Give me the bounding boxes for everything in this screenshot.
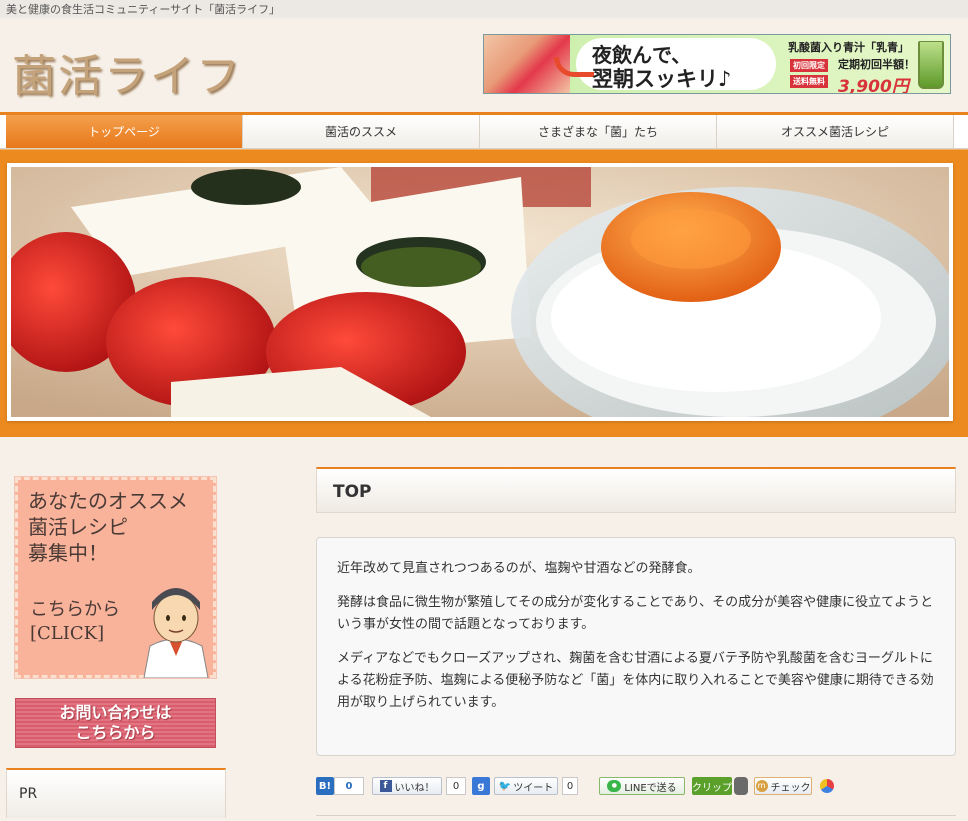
facebook-like-label: いいね！ <box>394 782 435 794</box>
tweet-button[interactable]: 🐦 ツイート <box>494 777 558 795</box>
chef-icon <box>143 588 209 678</box>
line-share-label: LINEで送る <box>624 782 677 794</box>
pr-widget-title: PR <box>6 768 226 818</box>
drink-glass-icon <box>918 41 944 89</box>
ad-price: 3,900円 <box>838 77 909 94</box>
ad-badge-free-shipping: 送料無料 <box>790 75 828 88</box>
nav-item-top[interactable]: トップページ <box>6 115 243 148</box>
recipe-banner-cta-2: [CLICK] <box>30 623 105 644</box>
content-area: あなたのオススメ 菌活レシピ 募集中！ こちらから [CLICK] お問い合わせ… <box>0 437 968 821</box>
evernote-icon[interactable] <box>734 777 748 795</box>
mixi-icon: m <box>755 780 768 792</box>
article-paragraph: 近年改めて見直されつつあるのが、塩麹や甘酒などの発酵食。 <box>337 561 701 576</box>
site-logo[interactable]: 菌活ライフ <box>12 40 242 104</box>
recipe-banner-line-1: あなたのオススメ <box>28 489 188 513</box>
site-tagline: 美と健康の食生活コミュニティーサイト「菌活ライフ」 <box>0 0 968 18</box>
ad-badge-limited: 初回限定 <box>790 59 828 72</box>
contact-button[interactable]: お問い合わせは こちらから <box>15 698 216 748</box>
nav-item-bacteria[interactable]: さまざまな「菌」たち <box>480 115 717 148</box>
mixi-check-label: チェック <box>770 782 811 794</box>
google-plus-button[interactable]: g <box>472 777 490 795</box>
recipe-banner-line-2: 菌活レシピ <box>28 515 128 539</box>
twitter-icon: 🐦 <box>498 780 512 792</box>
ad-banner[interactable]: 夜飲んで、 翌朝スッキリ♪ 乳酸菌入り青汁「乳青」 初回限定 送料無料 定期初回… <box>483 34 951 94</box>
recipe-banner-cta-1: こちらから <box>30 599 120 620</box>
hero-photo-illustration <box>11 167 949 417</box>
contact-button-line-2: こちらから <box>75 723 156 742</box>
clip-button[interactable]: クリップ <box>692 777 732 795</box>
nav-item-recipes[interactable]: オススメ菌活レシピ <box>717 115 954 148</box>
site-header: 菌活ライフ 夜飲んで、 翌朝スッキリ♪ 乳酸菌入り青汁「乳青」 初回限定 送料無… <box>0 18 968 112</box>
pocket-icon[interactable] <box>820 779 834 793</box>
hatena-bookmark-button[interactable]: B! <box>316 777 334 795</box>
facebook-like-count: 0 <box>446 777 466 795</box>
tweet-label: ツイート <box>513 782 554 794</box>
hero-section <box>0 149 968 437</box>
line-icon: ● <box>607 780 622 792</box>
line-share-button[interactable]: ● LINEで送る <box>599 777 685 795</box>
article-body: 近年改めて見直されつつあるのが、塩麹や甘酒などの発酵食。 発酵は食品に微生物が繁… <box>316 537 956 756</box>
recipe-submission-banner[interactable]: あなたのオススメ 菌活レシピ 募集中！ こちらから [CLICK] <box>15 477 216 678</box>
ad-product-name: 乳酸菌入り青汁「乳青」 <box>788 41 909 54</box>
recipe-banner-cta: こちらから [CLICK] <box>30 598 120 646</box>
ad-headline-2: 翌朝スッキリ♪ <box>592 66 732 91</box>
ad-offer: 定期初回半額！ <box>838 58 915 71</box>
facebook-icon: f <box>379 780 392 792</box>
social-share-bar: B! 0 f いいね！ 0 g 🐦 ツイート 0 ● LINEで送る クリップ … <box>316 775 956 797</box>
main-column: TOP 近年改めて見直されつつあるのが、塩麹や甘酒などの発酵食。 発酵は食品に微… <box>316 467 956 816</box>
hero-image <box>7 163 953 421</box>
content-divider <box>316 815 956 816</box>
tweet-count: 0 <box>562 777 578 795</box>
contact-button-line-1: お問い合わせは <box>59 703 172 722</box>
page-title: TOP <box>316 467 956 513</box>
article-paragraph: メディアなどでもクローズアップされ、麹菌を含む甘酒による夏バテ予防や乳酸菌を含む… <box>337 651 934 710</box>
mixi-check-button[interactable]: m チェック <box>754 777 812 795</box>
recipe-banner-line-3: 募集中！ <box>28 541 108 565</box>
article-paragraph: 発酵は食品に微生物が繁殖してその成分が変化することであり、その成分が美容や健康に… <box>337 595 934 632</box>
facebook-like-button[interactable]: f いいね！ <box>372 777 442 795</box>
main-nav: トップページ 菌活のススメ さまざまな「菌」たち オススメ菌活レシピ <box>0 115 968 149</box>
hatena-count: 0 <box>334 777 364 795</box>
nav-item-recommend[interactable]: 菌活のススメ <box>243 115 480 148</box>
